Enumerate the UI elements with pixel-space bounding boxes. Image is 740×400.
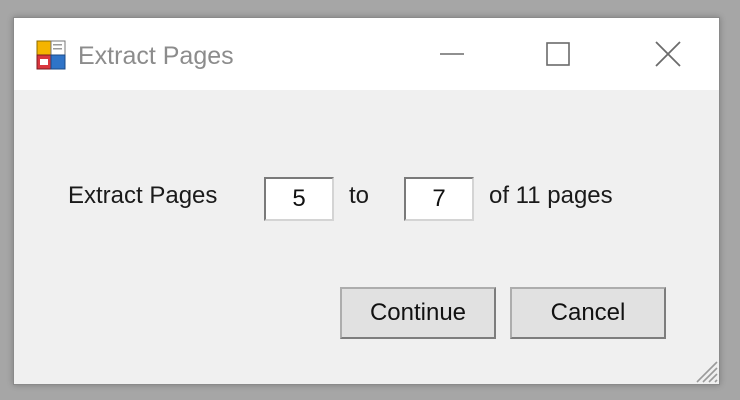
extract-pages-label: Extract Pages — [68, 182, 218, 209]
minimize-icon — [440, 53, 464, 55]
maximize-icon — [546, 42, 570, 66]
to-label: to — [349, 182, 370, 209]
window-title: Extract Pages — [78, 42, 234, 70]
title-bar[interactable]: Extract Pages — [14, 18, 719, 90]
resize-grip-icon[interactable] — [689, 354, 719, 384]
close-button[interactable] — [648, 36, 688, 72]
cancel-button[interactable]: Cancel — [510, 287, 666, 339]
minimize-button[interactable] — [432, 36, 472, 72]
extract-pages-dialog: Extract Pages Extract Pages to of 11 pag… — [13, 17, 720, 385]
continue-button[interactable]: Continue — [340, 287, 496, 339]
total-pages-label: of 11 pages — [489, 182, 613, 209]
from-page-input[interactable] — [264, 177, 334, 221]
close-icon — [655, 41, 681, 67]
app-icon — [36, 40, 66, 70]
to-page-input[interactable] — [404, 177, 474, 221]
maximize-button[interactable] — [539, 36, 579, 72]
